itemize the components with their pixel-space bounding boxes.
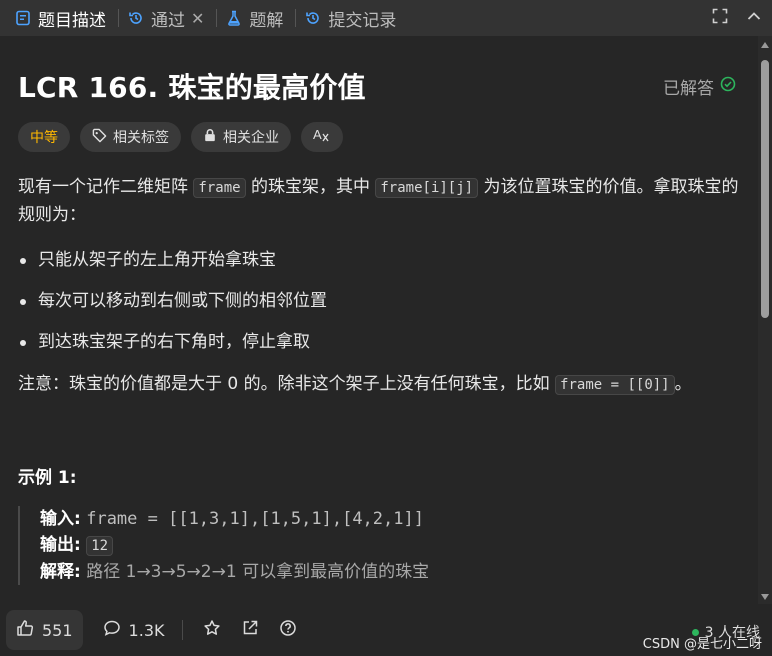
output-value: 12 <box>86 536 114 556</box>
chevron-up-icon[interactable] <box>746 8 762 28</box>
check-circle-icon <box>720 76 736 97</box>
example-output: 输出: 12 <box>40 532 740 559</box>
history-icon <box>304 9 322 27</box>
like-count: 551 <box>42 620 73 640</box>
favorite-button[interactable] <box>203 619 221 641</box>
example-heading: 示例 1: <box>18 468 77 488</box>
related-companies-label: 相关企业 <box>223 130 279 146</box>
related-companies-button[interactable]: 相关企业 <box>191 122 291 152</box>
scroll-up-icon[interactable] <box>761 42 769 48</box>
list-item: 只能从架子的左上角开始拿珠宝 <box>18 249 740 271</box>
example-input: 输入: frame = [[1,3,1],[1,5,1],[4,2,1]] <box>40 506 740 532</box>
share-icon <box>241 619 259 641</box>
translate-button[interactable]: A <box>301 122 343 152</box>
comment-icon <box>103 619 121 641</box>
comment-count: 1.3K <box>128 620 165 640</box>
description-paragraph: 现有一个记作二维矩阵 frame 的珠宝架，其中 frame[i][j] 为该位… <box>18 174 740 229</box>
star-icon <box>203 619 221 641</box>
tab-accepted-label: 通过 <box>151 10 185 31</box>
help-button[interactable] <box>279 619 297 641</box>
close-icon[interactable]: ✕ <box>191 9 204 28</box>
related-tags-button[interactable]: 相关标签 <box>80 122 181 152</box>
code-frame-empty: frame = [[0]] <box>555 375 675 395</box>
input-value: frame = [[1,3,1],[1,5,1],[4,2,1]] <box>86 509 424 529</box>
tab-divider <box>216 9 218 27</box>
tag-icon <box>92 128 107 147</box>
input-label: 输入: <box>40 509 81 529</box>
explain-label: 解释: <box>40 562 81 582</box>
share-button[interactable] <box>241 619 259 641</box>
title-row: LCR 166. 珠宝的最高价值 已解答 <box>18 68 740 104</box>
tab-solutions[interactable]: 题解 <box>225 0 291 36</box>
tab-divider <box>118 9 119 27</box>
list-item: 每次可以移动到右侧或下侧的相邻位置 <box>18 290 740 312</box>
solved-label: 已解答 <box>663 78 714 99</box>
svg-text:A: A <box>313 127 322 142</box>
lock-icon <box>203 128 217 146</box>
difficulty-label: 中等 <box>30 130 58 146</box>
scroll-down-icon[interactable] <box>761 594 769 600</box>
rules-list: 只能从架子的左上角开始拿珠宝 每次可以移动到右侧或下侧的相邻位置 到达珠宝架子的… <box>18 249 740 353</box>
like-button[interactable]: 551 <box>6 610 83 650</box>
watermark: CSDN @是七小二呀 <box>642 637 762 652</box>
comments-button[interactable]: 1.3K <box>103 619 165 641</box>
solved-status: 已解答 <box>663 74 736 99</box>
translate-icon: A <box>313 127 331 147</box>
bottom-bar: 551 1.3K 3 人在线 CSDN @是七小二呀 <box>0 604 772 656</box>
tab-submissions[interactable]: 提交记录 <box>304 0 404 36</box>
tab-bar-actions <box>712 0 772 36</box>
tab-accepted[interactable]: 通过 ✕ <box>127 0 212 36</box>
tag-row: 中等 相关标签 相关企业 A <box>18 122 740 152</box>
fullscreen-icon[interactable] <box>712 8 728 28</box>
output-label: 输出: <box>40 535 81 555</box>
example-block: 输入: frame = [[1,3,1],[1,5,1],[4,2,1]] 输出… <box>18 506 740 585</box>
note-paragraph: 注意：珠宝的价值都是大于 0 的。除非这个架子上没有任何珠宝，比如 frame … <box>18 370 740 399</box>
tab-divider <box>295 9 297 27</box>
bottom-divider <box>182 620 184 640</box>
difficulty-badge[interactable]: 中等 <box>18 122 70 152</box>
description-text: 的珠宝架，其中 <box>245 177 376 197</box>
tab-description[interactable]: 题目描述 <box>14 0 114 36</box>
scrollbar[interactable] <box>758 36 772 604</box>
explain-value: 路径 1→3→5→2→1 可以拿到最高价值的珠宝 <box>86 562 430 582</box>
tab-submissions-label: 提交记录 <box>328 10 397 31</box>
example-explanation: 解释: 路径 1→3→5→2→1 可以拿到最高价值的珠宝 <box>40 559 740 585</box>
description-icon <box>14 9 32 27</box>
code-frame-ij: frame[i][j] <box>375 178 479 198</box>
thumbs-up-icon <box>16 619 34 641</box>
flask-icon <box>225 9 243 27</box>
question-circle-icon <box>279 619 297 641</box>
tab-description-label: 题目描述 <box>38 10 106 31</box>
code-frame: frame <box>193 178 246 198</box>
description-text: 现有一个记作二维矩阵 <box>18 177 194 197</box>
related-tags-label: 相关标签 <box>113 130 169 146</box>
scrollbar-thumb[interactable] <box>761 60 769 318</box>
note-text: 。 <box>674 374 692 394</box>
tab-solutions-label: 题解 <box>249 10 284 31</box>
problem-title[interactable]: LCR 166. 珠宝的最高价值 <box>18 66 366 106</box>
list-item: 到达珠宝架子的右下角时，停止拿取 <box>18 331 740 353</box>
problem-content: LCR 166. 珠宝的最高价值 已解答 中等 相关标签 相关企业 A 现有一个… <box>0 36 758 604</box>
history-icon <box>127 9 145 27</box>
note-text: 注意：珠宝的价值都是大于 0 的。除非这个架子上没有任何珠宝，比如 <box>18 374 556 394</box>
tab-bar: 题目描述 通过 ✕ 题解 提交记录 <box>0 0 772 36</box>
